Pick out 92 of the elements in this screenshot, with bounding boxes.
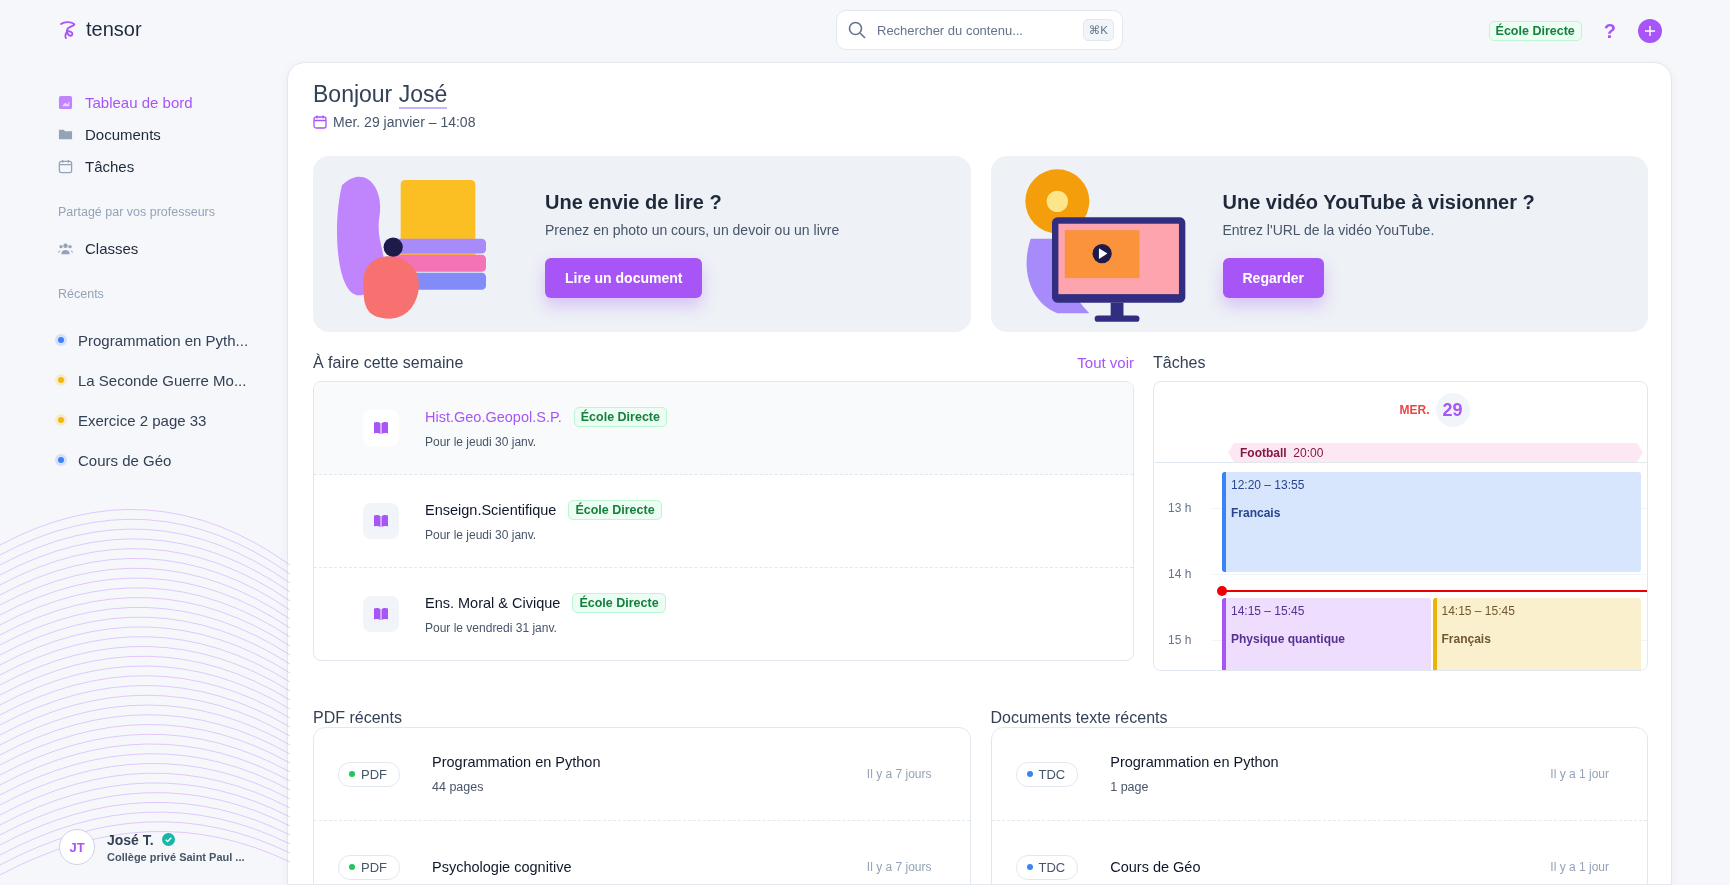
todo-row[interactable]: Hist.Geo.Geopol.S.P. École Directe Pour le jeudi 30 janv. xyxy=(314,382,1133,475)
sidebar-nav-item[interactable]: Tâches xyxy=(58,153,135,179)
source-badge: École Directe xyxy=(1488,21,1582,41)
document-title: Programmation en Python xyxy=(432,754,602,770)
file-type-tag: PDF xyxy=(338,761,400,787)
users-icon xyxy=(58,240,73,256)
time-ago: Il y a 7 jours xyxy=(866,860,932,874)
document-title: Cours de Géo xyxy=(1110,859,1202,875)
app-name: tensor xyxy=(86,18,142,41)
todo-row[interactable]: Enseign.Scientifique École Directe Pour le jeudi 30 janv. xyxy=(314,475,1133,568)
search-input[interactable]: Rechercher du contenu... xyxy=(875,21,1075,39)
recent-item[interactable]: Exercice 2 page 33 xyxy=(58,407,287,433)
search-icon xyxy=(847,20,867,40)
recent-item[interactable]: Cours de Géo xyxy=(58,447,287,473)
subject-name: Ens. Moral & Civique xyxy=(425,595,561,611)
hour-label: 15 h xyxy=(1168,632,1192,647)
recent-item[interactable]: La Seconde Guerre Mo... xyxy=(58,367,287,393)
section-title: PDF récents xyxy=(313,709,403,727)
file-type-tag: TDC xyxy=(1015,854,1079,880)
sidebar-nav-item[interactable]: Classes xyxy=(58,235,139,261)
time-ago: Il y a 1 jour xyxy=(1550,860,1609,874)
sidebar-nav-item[interactable]: Documents xyxy=(58,121,161,147)
book-icon xyxy=(363,410,399,446)
recent-title: Programmation en Pyth... xyxy=(78,331,249,349)
recent-title: Exercice 2 page 33 xyxy=(78,411,207,429)
event-title: Français xyxy=(1441,632,1492,647)
dashboard-icon xyxy=(58,94,73,110)
greeting: Bonjour José xyxy=(313,81,449,108)
subject-name: Enseign.Scientifique xyxy=(425,502,557,518)
source-badge: École Directe xyxy=(573,407,667,427)
user-name: José T. xyxy=(107,831,154,848)
promo-button[interactable]: Lire un document xyxy=(545,257,703,298)
due-date: Pour le jeudi 30 janv. xyxy=(425,528,538,542)
document-row[interactable]: PDF Programmation en Python 44 pages Il y a 7 jours xyxy=(314,728,970,821)
promo-title: Une envie de lire ? xyxy=(545,190,723,214)
file-type-tag: PDF xyxy=(338,854,400,880)
due-date: Pour le jeudi 30 janv. xyxy=(425,435,538,449)
todo-row[interactable]: Ens. Moral & Civique École Directe Pour le vendredi 31 janv. xyxy=(314,568,1133,660)
document-title: Programmation en Python xyxy=(1110,754,1280,770)
recent-title: La Seconde Guerre Mo... xyxy=(78,371,247,389)
hour-label: 13 h xyxy=(1168,500,1192,515)
event-title: Francais xyxy=(1231,505,1282,520)
promo-subtitle: Prenez en photo un cours, un devoir ou un livre xyxy=(545,221,840,238)
event-title: Physique quantique xyxy=(1231,632,1346,647)
day-number: 29 xyxy=(1435,393,1470,427)
search-field[interactable]: Rechercher du contenu... ⌘K xyxy=(836,10,1123,50)
calendar-event[interactable]: 14:15 – 15:45 Français xyxy=(1432,598,1641,670)
source-badge: École Directe xyxy=(568,500,662,520)
event-time: 14:15 – 15:45 xyxy=(1441,604,1516,619)
recent-item[interactable]: Programmation en Pyth... xyxy=(58,327,287,353)
sidebar-nav-item[interactable]: Tableau de bord xyxy=(58,89,193,115)
document-row[interactable]: TDC Cours de Géo Il y a 1 jour xyxy=(991,821,1647,884)
page-count: 1 page xyxy=(1110,780,1150,794)
calendar-icon xyxy=(313,115,327,129)
time-ago: Il y a 7 jours xyxy=(866,767,932,781)
logo-icon xyxy=(58,19,78,40)
promo-button[interactable]: Regarder xyxy=(1222,257,1324,298)
section-title: Documents texte récents xyxy=(990,709,1169,727)
plus-icon xyxy=(1644,25,1656,37)
all-day-event[interactable]: Football 20:00 xyxy=(1228,443,1643,462)
calendar-icon xyxy=(58,158,73,174)
section-title: Tâches xyxy=(1153,354,1206,372)
weekday-label: MER. xyxy=(1399,403,1430,417)
promo-subtitle: Entrez l'URL de la vidéo YouTube. xyxy=(1222,221,1436,238)
book-icon xyxy=(363,503,399,539)
subject-name: Hist.Geo.Geopol.S.P. xyxy=(425,409,562,425)
school-name: Collège privé Saint Paul ... xyxy=(107,850,245,863)
sidebar-section-title: Partagé par vos professeurs xyxy=(58,205,217,219)
sidebar-section-title: Récents xyxy=(58,287,105,301)
see-all-link[interactable]: Tout voir xyxy=(1077,354,1134,371)
help-button[interactable]: ? xyxy=(1597,19,1622,43)
document-row[interactable]: TDC Programmation en Python 1 page Il y a 1 jour xyxy=(991,728,1647,821)
book-icon xyxy=(363,596,399,632)
add-button[interactable] xyxy=(1638,19,1662,43)
file-type-tag: TDC xyxy=(1015,761,1079,787)
shortcut-key: ⌘K xyxy=(1082,19,1114,41)
event-time: 12:20 – 13:55 xyxy=(1231,477,1306,492)
source-badge: École Directe xyxy=(572,593,666,613)
calendar-event[interactable]: 12:20 – 13:55 Francais xyxy=(1222,471,1641,573)
promo-title: Une vidéo YouTube à visionner ? xyxy=(1222,190,1535,214)
calendar-event[interactable]: 14:15 – 15:45 Physique quantique xyxy=(1222,598,1431,670)
hour-label: 14 h xyxy=(1168,566,1192,581)
recent-title: Cours de Géo xyxy=(78,451,172,469)
time-ago: Il y a 1 jour xyxy=(1550,767,1609,781)
document-row[interactable]: PDF Psychologie cognitive Il y a 7 jours xyxy=(314,821,970,884)
section-title: À faire cette semaine xyxy=(313,354,464,372)
page-count: 44 pages xyxy=(432,780,485,794)
event-time: 14:15 – 15:45 xyxy=(1231,604,1306,619)
due-date: Pour le vendredi 31 janv. xyxy=(425,621,558,635)
current-date: Mer. 29 janvier – 14:08 xyxy=(333,114,476,130)
document-title: Psychologie cognitive xyxy=(432,859,573,875)
user-avatar[interactable]: JT xyxy=(59,829,95,865)
